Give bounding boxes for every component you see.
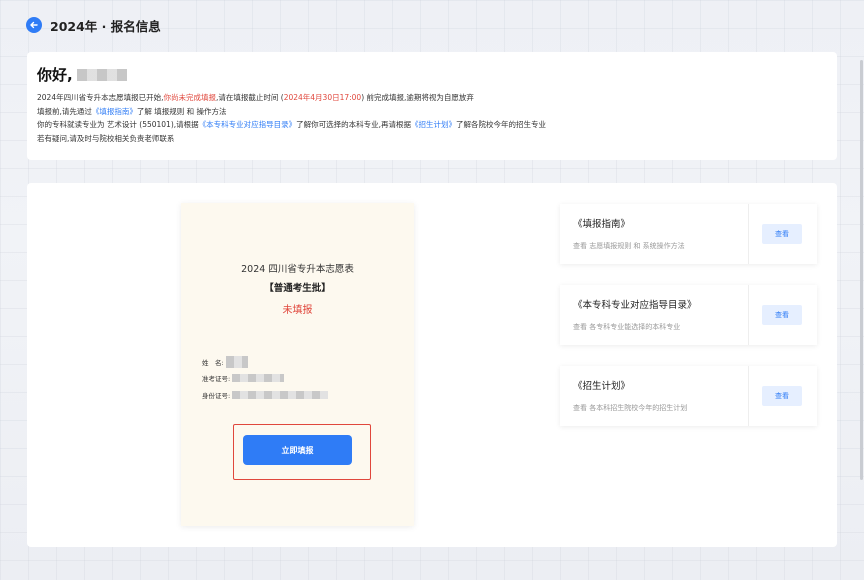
text-segment: 了解各院校今年的招生专业 bbox=[456, 120, 547, 129]
greeting: 你好, bbox=[37, 64, 827, 85]
exam-number-label: 准考证号: bbox=[202, 375, 231, 383]
text-segment: 2024年四川省专升本志愿填报已开始, bbox=[37, 93, 164, 102]
redacted-value bbox=[232, 391, 329, 399]
view-enrollment-plan-button[interactable]: 查看 bbox=[762, 386, 802, 406]
guide-card-enrollment-plan: 《招生计划》 查看 各本科招生院校今年的招生计划 查看 bbox=[560, 366, 817, 426]
view-major-directory-button[interactable]: 查看 bbox=[762, 305, 802, 325]
guide-card-filling-guide: 《填报指南》 查看 志愿填报规则 和 系统操作方法 查看 bbox=[560, 204, 817, 264]
form-status: 未填报 bbox=[282, 305, 313, 316]
text-segment: 了解你可选择的本科专业,再请根据 bbox=[296, 120, 412, 129]
guide-title: 《招生计划》 bbox=[573, 381, 631, 392]
application-form-card: 2024 四川省专升本志愿表 【普通考生批】 未填报 姓 名: 准考证号: 身份… bbox=[181, 203, 414, 526]
form-title: 2024 四川省专升本志愿表 bbox=[241, 264, 354, 275]
view-filling-guide-button[interactable]: 查看 bbox=[762, 224, 802, 244]
page-title: 2024年 · 报名信息 bbox=[50, 18, 161, 34]
applicant-info-card: 你好, 2024年四川省专升本志愿填报已开始,你尚未完成填报,请在填报截止时间 … bbox=[27, 52, 837, 160]
info-line-guide: 填报前,请先通过《填报指南》了解 填报规则 和 操作方法 bbox=[37, 105, 827, 119]
text-segment: 了解 填报规则 和 操作方法 bbox=[136, 106, 227, 116]
deadline-text: 2024年4月30日17:00 bbox=[283, 93, 362, 102]
redacted-name bbox=[76, 68, 127, 81]
id-number-field: 身份证号: bbox=[202, 390, 329, 400]
divider bbox=[748, 285, 749, 345]
guide-title: 《填报指南》 bbox=[573, 219, 631, 230]
guide-title: 《本专科专业对应指导目录》 bbox=[573, 300, 697, 311]
redacted-value bbox=[225, 356, 248, 368]
name-label: 姓 名: bbox=[202, 359, 224, 367]
arrow-left-icon bbox=[30, 21, 38, 29]
redacted-value bbox=[232, 374, 285, 382]
text-segment: 你的专科就读专业为 艺术设计 (550101),请根据 bbox=[37, 120, 199, 129]
fill-now-button[interactable]: 立即填报 bbox=[243, 435, 352, 465]
info-line-major: 你的专科就读专业为 艺术设计 (550101),请根据《本专科专业对应指导目录》… bbox=[37, 118, 827, 132]
top-bar: 2024年 · 报名信息 bbox=[26, 14, 161, 36]
divider bbox=[748, 204, 749, 264]
text-segment: ) 前完成填报,逾期将视为自愿放弃 bbox=[361, 93, 474, 102]
text-segment: ,请在填报截止时间 ( bbox=[215, 93, 284, 102]
incomplete-status-text: 你尚未完成填报 bbox=[163, 93, 216, 102]
page-scrollbar[interactable] bbox=[860, 60, 863, 480]
main-panel: 2024 四川省专升本志愿表 【普通考生批】 未填报 姓 名: 准考证号: 身份… bbox=[27, 183, 837, 547]
form-batch: 【普通考生批】 bbox=[264, 283, 331, 294]
exam-number-field: 准考证号: bbox=[202, 373, 285, 383]
guide-link[interactable]: 《填报指南》 bbox=[92, 107, 137, 116]
info-line-contact: 若有疑问,请及时与院校相关负责老师联系 bbox=[37, 133, 175, 143]
name-field: 姓 名: bbox=[202, 356, 248, 368]
enrollment-plan-link[interactable]: 《招生计划》 bbox=[411, 120, 456, 129]
guide-card-major-directory: 《本专科专业对应指导目录》 查看 各专科专业能选择的本科专业 查看 bbox=[560, 285, 817, 345]
guide-desc: 查看 各本科招生院校今年的招生计划 bbox=[573, 404, 688, 412]
major-directory-link[interactable]: 《本专科专业对应指导目录》 bbox=[199, 120, 297, 129]
divider bbox=[748, 366, 749, 426]
id-number-label: 身份证号: bbox=[202, 392, 231, 400]
greeting-text: 你好, bbox=[37, 66, 73, 84]
info-line-deadline: 2024年四川省专升本志愿填报已开始,你尚未完成填报,请在填报截止时间 (202… bbox=[37, 91, 827, 105]
guide-desc: 查看 各专科专业能选择的本科专业 bbox=[573, 323, 681, 331]
guide-desc: 查看 志愿填报规则 和 系统操作方法 bbox=[573, 242, 685, 250]
back-button[interactable] bbox=[26, 17, 42, 33]
text-segment: 填报前,请先通过 bbox=[37, 106, 92, 116]
